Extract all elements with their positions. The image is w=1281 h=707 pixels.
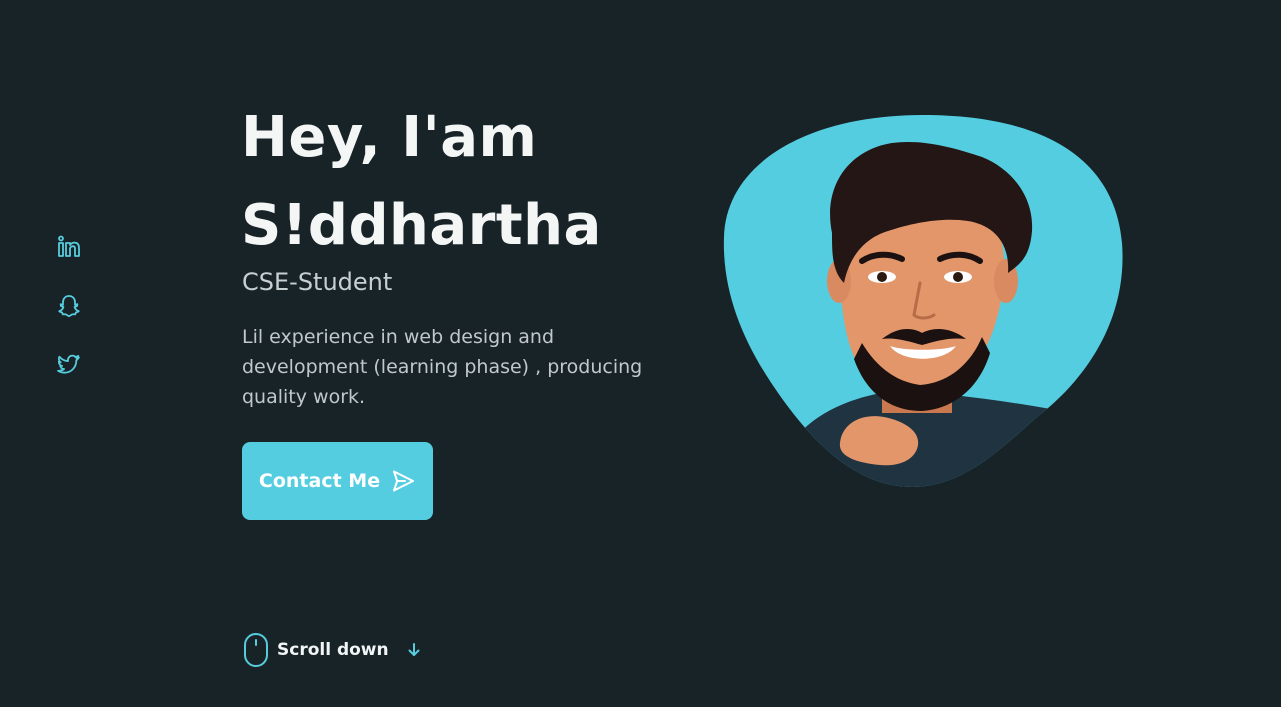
scroll-down-link[interactable]: Scroll down [243, 632, 423, 668]
mouse-icon [243, 632, 269, 668]
snapchat-link[interactable] [56, 293, 82, 319]
arrow-down-icon [397, 641, 423, 659]
contact-me-label: Contact Me [258, 470, 381, 492]
hero-title-line2: S!ddhartha [241, 193, 602, 258]
hero-subtitle: CSE-Student [242, 268, 393, 296]
hero-description: Lil experience in web design and develop… [242, 326, 643, 408]
hero-title: Hey, I'am S!ddhartha [241, 94, 602, 270]
send-icon [393, 470, 415, 492]
snapchat-icon [58, 295, 80, 318]
twitter-icon [57, 354, 80, 374]
social-links [56, 234, 82, 378]
hero-title-line1: Hey, I'am [241, 105, 538, 170]
twitter-link[interactable] [56, 352, 82, 378]
scroll-down-label: Scroll down [277, 640, 389, 660]
profile-avatar [722, 113, 1124, 489]
linkedin-link[interactable] [56, 234, 82, 260]
linkedin-icon [58, 235, 80, 257]
contact-me-button[interactable]: Contact Me [242, 442, 433, 520]
